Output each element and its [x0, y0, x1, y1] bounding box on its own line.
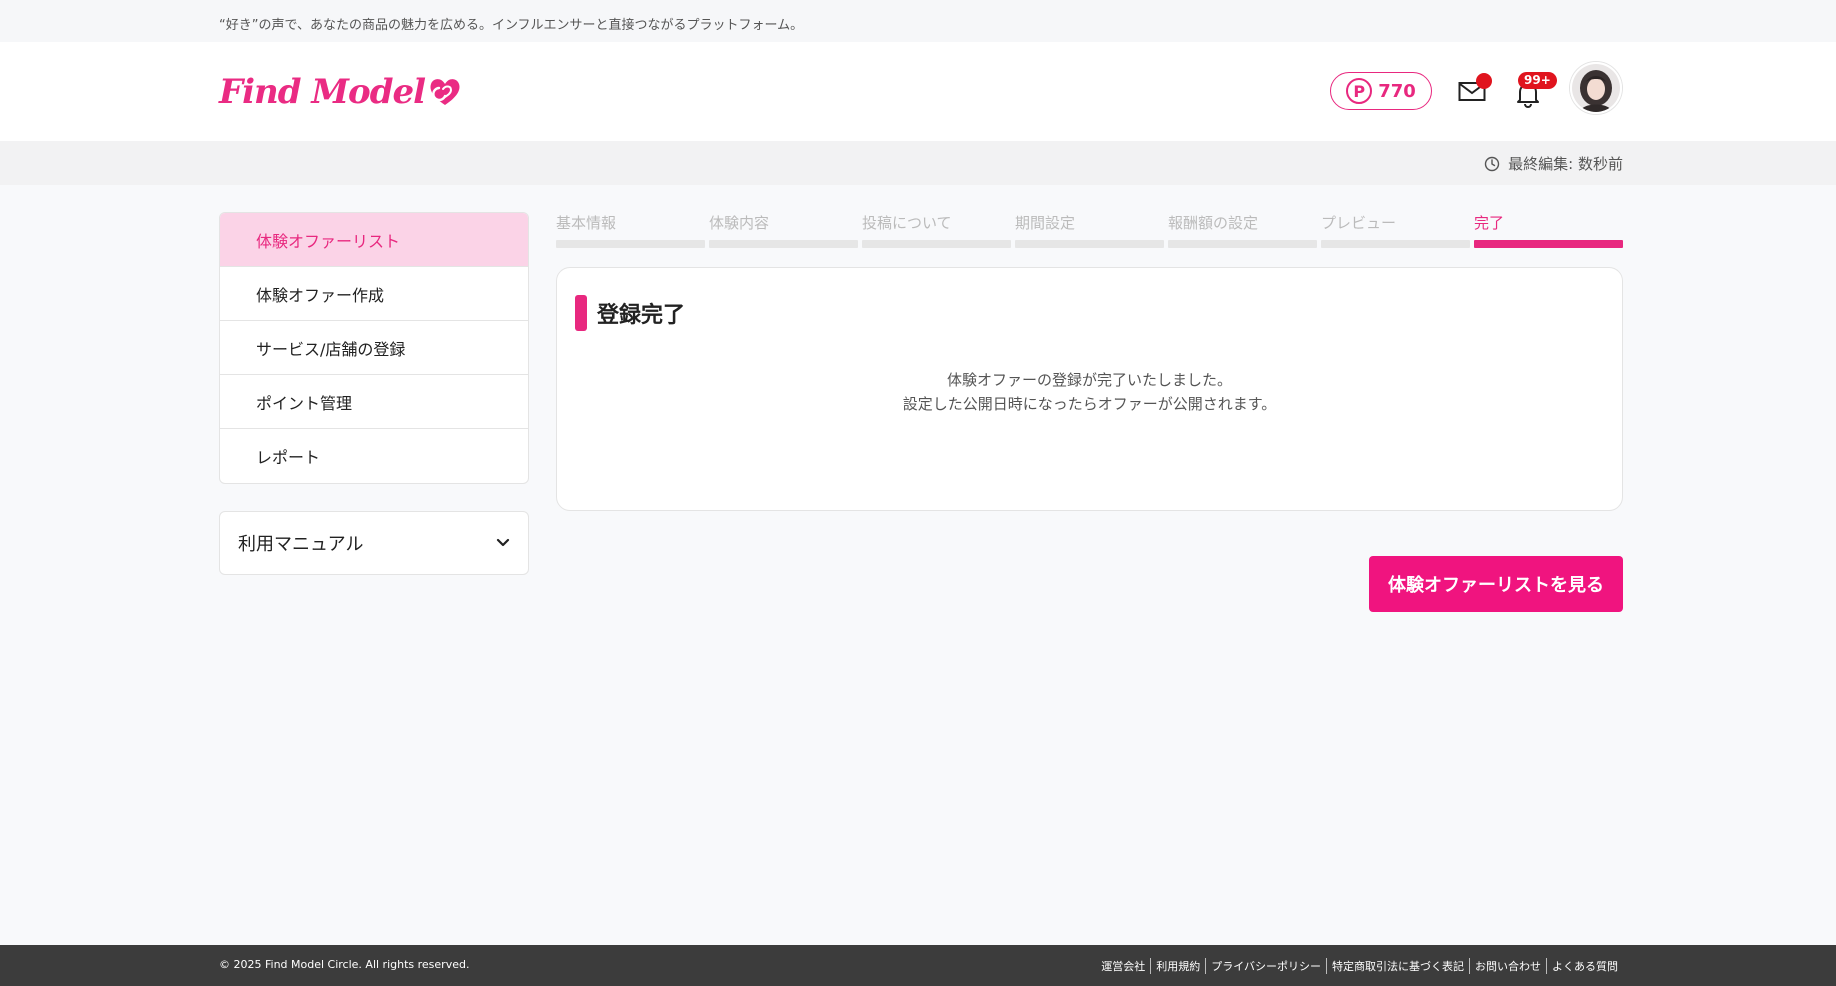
footer-link-privacy[interactable]: プライバシーポリシー [1205, 958, 1326, 974]
sidebar-item-label: ポイント管理 [256, 393, 353, 413]
step-bar [862, 240, 1011, 248]
sidebar-item-report[interactable]: レポート [220, 429, 528, 483]
points-value: 770 [1378, 80, 1416, 102]
sidebar-item-register-service[interactable]: サービス/店舗の登録 [220, 321, 528, 375]
heart-logo-icon [428, 75, 462, 109]
completion-message: 体験オファーの登録が完了いたしました。 設定した公開日時になったらオファーが公開… [557, 368, 1622, 416]
step-bar [1168, 240, 1317, 248]
completion-message-line: 体験オファーの登録が完了いたしました。 [946, 371, 1232, 389]
card-title: 登録完了 [575, 295, 685, 331]
step-bar [709, 240, 858, 248]
step-complete: 完了 [1474, 212, 1623, 248]
completion-message-line: 設定した公開日時になったらオファーが公開されます。 [902, 395, 1277, 413]
step-label: プレビュー [1321, 214, 1397, 232]
step-label: 期間設定 [1015, 214, 1076, 232]
notification-button[interactable]: 99+ [1513, 72, 1557, 108]
avatar-image [1572, 64, 1620, 112]
edit-status-bar: 最終編集: 数秒前 [0, 141, 1836, 185]
title-accent-mark [575, 295, 587, 331]
sidebar-item-label: レポート [256, 448, 321, 467]
user-manual-label: 利用マニュアル [238, 534, 364, 555]
step-posting: 投稿について [862, 212, 1011, 248]
header: Find Model P 770 99+ [0, 42, 1836, 141]
avatar[interactable] [1570, 62, 1622, 114]
step-preview: プレビュー [1321, 212, 1470, 248]
footer-link-company[interactable]: 運営会社 [1096, 958, 1150, 974]
view-offer-list-button[interactable]: 体験オファーリストを見る [1369, 556, 1623, 612]
step-label: 報酬額の設定 [1168, 214, 1259, 232]
footer-link-contact[interactable]: お問い合わせ [1469, 958, 1546, 974]
footer: © 2025 Find Model Circle. All rights res… [0, 945, 1836, 986]
step-label: 体験内容 [709, 214, 770, 232]
step-bar [1015, 240, 1164, 248]
copyright: © 2025 Find Model Circle. All rights res… [219, 958, 470, 971]
progress-steps: 基本情報 体験内容 投稿について 期間設定 報酬額の設定 プレビュー 完了 [556, 212, 1623, 248]
step-bar [1321, 240, 1470, 248]
sidebar-item-create-offer[interactable]: 体験オファー作成 [220, 267, 528, 321]
points-p-icon: P [1346, 78, 1373, 104]
page-title: 登録完了 [597, 303, 686, 328]
sidebar-item-points[interactable]: ポイント管理 [220, 375, 528, 429]
sidebar-item-label: サービス/店舗の登録 [256, 339, 406, 359]
logo[interactable]: Find Model [219, 70, 462, 114]
step-reward: 報酬額の設定 [1168, 212, 1317, 248]
completion-card: 登録完了 体験オファーの登録が完了いたしました。 設定した公開日時になったらオフ… [556, 267, 1623, 511]
step-label: 基本情報 [556, 214, 617, 232]
step-bar [1474, 240, 1623, 248]
footer-link-terms[interactable]: 利用規約 [1150, 958, 1205, 974]
footer-link-faq[interactable]: よくある質問 [1546, 958, 1623, 974]
mail-unread-dot [1476, 73, 1492, 89]
chevron-down-icon [496, 538, 510, 547]
sidebar-item-label: 体験オファーリスト [256, 231, 401, 251]
tagline: “好き”の声で、あなたの商品の魅力を広める。インフルエンサーと直接つながるプラッ… [219, 18, 804, 33]
tagline-bar: “好き”の声で、あなたの商品の魅力を広める。インフルエンサーと直接つながるプラッ… [0, 0, 1836, 42]
step-label: 投稿について [862, 214, 952, 232]
sidebar-nav: 体験オファーリスト 体験オファー作成 サービス/店舗の登録 ポイント管理 レポー… [219, 212, 529, 484]
logo-text: Find Model [219, 72, 426, 112]
sidebar-item-offer-list[interactable]: 体験オファーリスト [220, 213, 528, 267]
step-label: 完了 [1474, 214, 1505, 232]
step-experience: 体験内容 [709, 212, 858, 248]
step-bar [556, 240, 705, 248]
step-basic-info: 基本情報 [556, 212, 705, 248]
footer-link-commerce-law[interactable]: 特定商取引法に基づく表記 [1326, 958, 1469, 974]
last-edited-status: 最終編集: 数秒前 [1484, 153, 1623, 174]
sidebar-item-label: 体験オファー作成 [256, 285, 385, 305]
last-edited-text: 最終編集: 数秒前 [1508, 155, 1623, 173]
footer-links: 運営会社 利用規約 プライバシーポリシー 特定商取引法に基づく表記 お問い合わせ… [1096, 958, 1623, 974]
mail-button[interactable] [1456, 72, 1496, 108]
notification-badge: 99+ [1518, 72, 1557, 89]
user-manual-dropdown[interactable]: 利用マニュアル [219, 511, 529, 575]
clock-icon [1484, 156, 1500, 171]
step-period: 期間設定 [1015, 212, 1164, 248]
points-balance-button[interactable]: P 770 [1330, 72, 1432, 110]
